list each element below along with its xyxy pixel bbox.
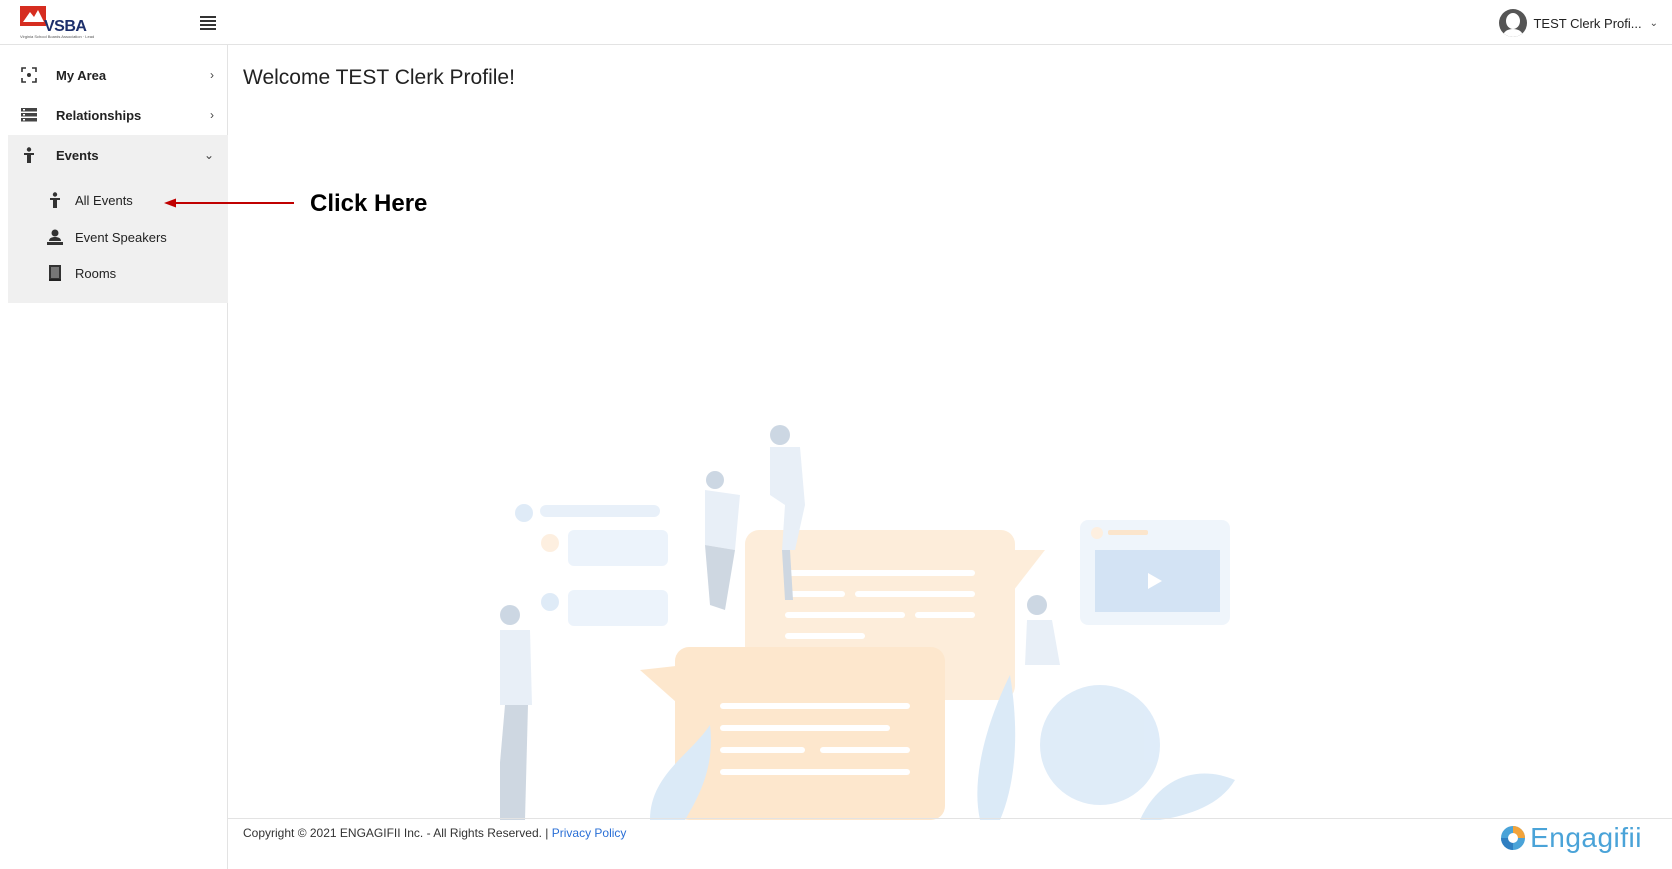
annotation-label: Click Here (310, 190, 428, 217)
chevron-right-icon: › (210, 68, 214, 82)
engagifii-logo: Engagifii (1500, 822, 1642, 854)
sidebar: My Area › Relationships › Events ⌄ All E… (0, 45, 228, 869)
person-icon (47, 192, 63, 208)
subitem-label: All Events (75, 192, 133, 208)
chevron-down-icon: ⌄ (1649, 17, 1658, 29)
top-bar: VSBA Virginia School Boards Association … (0, 0, 1672, 45)
sidebar-item-label: Relationships (56, 107, 142, 123)
sidebar-subitem-rooms[interactable]: Rooms (8, 255, 228, 291)
chevron-right-icon: › (210, 108, 214, 122)
vsba-logo[interactable]: VSBA Virginia School Boards Association … (20, 4, 94, 42)
sidebar-item-relationships[interactable]: Relationships › (8, 95, 228, 135)
engagifii-globe-icon (1501, 826, 1526, 850)
logo-tagline: Virginia School Boards Association · Lea… (20, 34, 94, 39)
person-icon (19, 147, 39, 163)
avatar (1499, 9, 1528, 37)
speaker-icon (47, 229, 63, 245)
copyright-text: Copyright © 2021 ENGAGIFII Inc. - All Ri… (243, 826, 552, 840)
brand-text: Engagifii (1530, 822, 1642, 853)
welcome-illustration (500, 425, 1235, 820)
menu-toggle-icon[interactable] (200, 16, 216, 30)
subitem-label: Event Speakers (75, 229, 167, 245)
footer-divider (228, 818, 1672, 819)
footer-copyright: Copyright © 2021 ENGAGIFII Inc. - All Ri… (243, 826, 626, 840)
user-menu[interactable]: TEST Clerk Profi... ⌄ (1499, 9, 1658, 37)
door-icon (47, 265, 63, 281)
subitem-label: Rooms (75, 265, 117, 281)
sidebar-item-label: Events (56, 147, 99, 163)
sidebar-subitem-event-speakers[interactable]: Event Speakers (8, 219, 228, 255)
sidebar-item-events[interactable]: Events ⌄ (8, 135, 228, 175)
list-icon (19, 108, 39, 122)
sidebar-item-my-area[interactable]: My Area › (8, 55, 228, 95)
focus-icon (19, 67, 39, 83)
sidebar-item-label: My Area (56, 67, 107, 83)
annotation-arrow-icon (164, 198, 294, 208)
chevron-down-icon: ⌄ (203, 148, 214, 162)
user-name: TEST Clerk Profi... (1533, 15, 1642, 31)
privacy-policy-link[interactable]: Privacy Policy (552, 826, 627, 840)
page-title: Welcome TEST Clerk Profile! (243, 66, 515, 89)
